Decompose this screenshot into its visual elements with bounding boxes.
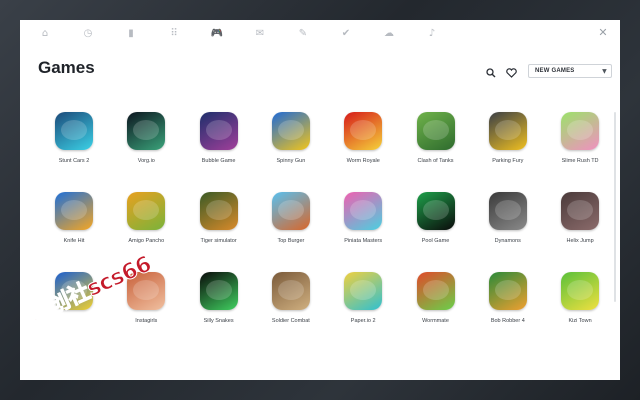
game-label: Helix Jump (566, 238, 594, 244)
game-icon (127, 112, 166, 150)
scrollbar[interactable] (614, 112, 616, 302)
check-icon: ✔ (341, 27, 351, 39)
game-label: Tiger simulator (200, 238, 237, 244)
game-label: Spinny Gun (276, 158, 306, 164)
game-label: Kizi Town (568, 318, 592, 324)
game-icon (199, 192, 238, 230)
game-icon (55, 192, 93, 230)
game-tile[interactable]: Knife Hit (38, 192, 110, 262)
game-label: Paper.io 2 (350, 318, 376, 324)
game-tile[interactable]: Parking Fury (472, 112, 544, 182)
game-tile[interactable]: Worm Royale (327, 112, 399, 182)
game-label: Dynamons (494, 238, 521, 244)
game-tile[interactable]: Top Burger (255, 192, 327, 262)
game-tile[interactable]: Soldier Combat (255, 272, 327, 342)
game-label: Clash of Tanks (417, 158, 454, 164)
game-tile[interactable]: Bubble Game (183, 112, 255, 182)
game-tile[interactable]: Spinny Gun (255, 112, 327, 182)
close-icon[interactable]: ✕ (596, 26, 610, 40)
game-icon (271, 272, 310, 310)
game-label: Soldier Combat (271, 318, 310, 324)
game-icon (55, 112, 93, 150)
game-tile[interactable]: Wormmate (400, 272, 472, 342)
chevron-down-icon: ▼ (602, 68, 607, 75)
game-tile[interactable]: Slime Rush TD (544, 112, 616, 182)
game-label: Silly Snakes (203, 318, 234, 324)
game-label: Worm Royale (346, 158, 380, 164)
game-icon (416, 192, 455, 230)
game-icon (344, 272, 383, 310)
category-select[interactable]: NEW GAMES ▼ (528, 64, 612, 78)
game-tile[interactable]: Clash of Tanks (400, 112, 472, 182)
game-tile[interactable]: Piniata Masters (327, 192, 399, 262)
game-icon (561, 192, 600, 230)
game-icon (561, 112, 600, 150)
tab-tasks[interactable]: ✔ (339, 26, 353, 40)
grid-icon: ⠿ (170, 27, 178, 39)
game-label: Stunt Cars 2 (58, 158, 90, 164)
game-icon (199, 112, 238, 150)
top-nav-bar: ⌂ ◷ ▮ ⠿ 🎮 ✉ ✎ ✔ ☁ ♪ (20, 20, 620, 46)
game-tile[interactable]: Pool Game (400, 192, 472, 262)
tab-apps[interactable]: ⠿ (167, 26, 181, 40)
game-icon (127, 192, 166, 230)
pencil-icon: ✎ (298, 27, 308, 39)
game-label: Slime Rush TD (561, 158, 599, 164)
home-icon: ⌂ (41, 27, 49, 39)
game-icon (416, 272, 455, 310)
tab-bookmarks[interactable]: ▮ (124, 26, 138, 40)
music-note-icon: ♪ (428, 27, 436, 39)
game-label: Wormmate (422, 318, 449, 324)
game-icon (271, 192, 310, 230)
game-label: Top Burger (277, 238, 305, 244)
new-tab-panel: ⌂ ◷ ▮ ⠿ 🎮 ✉ ✎ ✔ ☁ ♪ ✕ Games NEW GAMES ▼ Stunt Car… (20, 20, 620, 380)
game-icon (344, 192, 383, 230)
search-icon[interactable] (484, 66, 498, 80)
game-tile[interactable]: Tiger simulator (183, 192, 255, 262)
game-tile[interactable]: Amigo Pancho (110, 192, 182, 262)
game-tile[interactable]: Stunt Cars 2 (38, 112, 110, 182)
game-label: Bob Robber 4 (490, 318, 525, 324)
game-label: Amigo Pancho (128, 238, 165, 244)
game-icon (416, 112, 455, 150)
game-label: Bubble Game (201, 158, 236, 164)
game-label: Piniata Masters (344, 238, 383, 244)
tab-home[interactable]: ⌂ (38, 26, 52, 40)
gamepad-icon: 🎮 (210, 27, 224, 39)
game-tile[interactable]: Vorg.io (110, 112, 182, 182)
game-label: Parking Fury (492, 158, 524, 164)
game-icon (488, 112, 527, 150)
game-icon (488, 272, 527, 310)
game-tile[interactable]: Paper.io 2 (327, 272, 399, 342)
tab-history[interactable]: ◷ (81, 26, 95, 40)
game-icon (271, 112, 310, 150)
game-label: Pool Game (421, 238, 450, 244)
heart-icon[interactable] (504, 66, 518, 80)
clock-icon: ◷ (83, 27, 93, 39)
game-icon (488, 192, 527, 230)
tab-weather[interactable]: ☁ (382, 26, 396, 40)
game-tile[interactable]: Dynamons (472, 192, 544, 262)
tab-mail[interactable]: ✉ (253, 26, 267, 40)
tab-notes[interactable]: ✎ (296, 26, 310, 40)
category-select-value: NEW GAMES (535, 68, 575, 74)
page-title: Games (38, 58, 95, 77)
envelope-icon: ✉ (255, 27, 265, 39)
game-label: Knife Hit (63, 238, 85, 244)
game-tile[interactable]: Kizi Town (544, 272, 616, 342)
tab-games[interactable]: 🎮 (210, 26, 224, 40)
game-icon (199, 272, 238, 310)
game-label: Instagirls (135, 318, 158, 324)
game-label: Vorg.io (137, 158, 155, 164)
game-tile[interactable]: Silly Snakes (183, 272, 255, 342)
game-icon (561, 272, 600, 310)
bookmark-icon: ▮ (128, 27, 134, 39)
game-tile[interactable]: Helix Jump (544, 192, 616, 262)
cloud-icon: ☁ (384, 27, 394, 39)
game-tile[interactable]: Bob Robber 4 (472, 272, 544, 342)
game-icon (344, 112, 383, 150)
tab-music[interactable]: ♪ (425, 26, 439, 40)
